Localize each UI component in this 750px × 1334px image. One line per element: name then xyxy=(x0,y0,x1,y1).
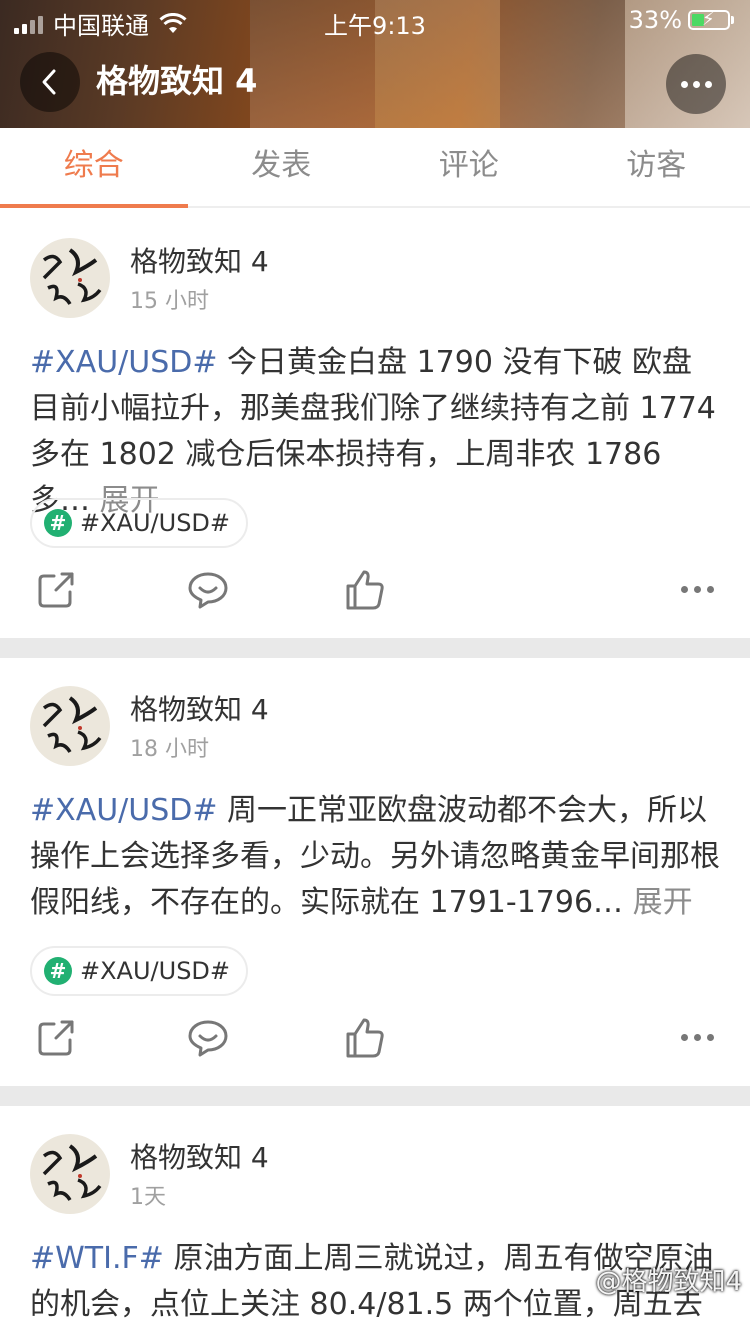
post-feed: 格物致知 4 15 小时 #XAU/USD# 今日黄金白盘 1790 没有下破 … xyxy=(0,210,750,1334)
battery-percentage: 33% xyxy=(628,6,682,34)
post-text[interactable]: #XAU/USD# 今日黄金白盘 1790 没有下破 欧盘目前小幅拉升，那美盘我… xyxy=(30,340,720,524)
post-author[interactable]: 格物致知 4 xyxy=(130,1140,269,1176)
comment-icon xyxy=(188,572,228,609)
avatar[interactable] xyxy=(30,1134,110,1214)
status-bar: 中国联通 上午9:13 33% ⚡ xyxy=(0,0,750,40)
thumbs-up-icon xyxy=(346,1018,384,1058)
share-button[interactable] xyxy=(34,1016,78,1060)
back-button[interactable] xyxy=(20,52,80,112)
topic-chip[interactable]: # #XAU/USD# xyxy=(30,498,249,548)
tab-posts[interactable]: 发表 xyxy=(188,128,376,206)
profile-tabs: 综合 发表 评论 访客 xyxy=(0,128,750,208)
comment-icon xyxy=(188,1020,228,1057)
profile-title: 格物致知 4 xyxy=(96,62,258,100)
post-author[interactable]: 格物致知 4 xyxy=(130,692,269,728)
avatar[interactable] xyxy=(30,238,110,318)
weibo-watermark: @格物致知4 xyxy=(595,1267,742,1297)
like-button[interactable] xyxy=(342,568,386,612)
battery-icon: ⚡ xyxy=(688,9,730,30)
post-timestamp: 15 小时 xyxy=(130,289,209,314)
like-button[interactable] xyxy=(342,1016,386,1060)
post-author[interactable]: 格物致知 4 xyxy=(130,244,269,280)
profile-header: 中国联通 上午9:13 33% ⚡ 格物致知 4 xyxy=(0,0,750,128)
thumbs-up-icon xyxy=(346,570,384,610)
post-card: 格物致知 4 15 小时 #XAU/USD# 今日黄金白盘 1790 没有下破 … xyxy=(0,210,750,638)
post-more-button[interactable] xyxy=(681,1034,714,1041)
post-text[interactable]: #XAU/USD# 周一正常亚欧盘波动都不会大，所以操作上会选择多看，少动。另外… xyxy=(30,788,720,926)
tab-overview[interactable]: 综合 xyxy=(0,128,188,208)
topic-label: #XAU/USD# xyxy=(80,957,231,985)
topic-chip[interactable]: # #XAU/USD# xyxy=(30,946,249,996)
card-divider xyxy=(0,638,750,658)
card-divider xyxy=(0,1086,750,1106)
post-actions xyxy=(0,1016,750,1072)
expand-link[interactable]: 展开 xyxy=(623,885,693,920)
hashtag-link[interactable]: #WTI.F# xyxy=(30,1241,164,1276)
post-card: 格物致知 4 18 小时 #XAU/USD# 周一正常亚欧盘波动都不会大，所以操… xyxy=(0,658,750,1086)
tab-comments[interactable]: 评论 xyxy=(375,128,563,206)
comment-button[interactable] xyxy=(186,1016,230,1060)
hashtag-icon: # xyxy=(44,957,72,985)
post-more-button[interactable] xyxy=(681,586,714,593)
tab-visitors[interactable]: 访客 xyxy=(563,128,750,206)
share-icon xyxy=(38,572,74,608)
post-actions xyxy=(0,568,750,624)
weibo-profile-page: 中国联通 上午9:13 33% ⚡ 格物致知 4 综合 发表 评论 访客 格物致… xyxy=(0,0,750,1334)
hashtag-link[interactable]: #XAU/USD# xyxy=(30,793,218,828)
hashtag-icon: # xyxy=(44,509,72,537)
topic-label: #XAU/USD# xyxy=(80,509,231,537)
comment-button[interactable] xyxy=(186,568,230,612)
post-timestamp: 1天 xyxy=(130,1185,166,1210)
share-button[interactable] xyxy=(34,568,78,612)
hashtag-link[interactable]: #XAU/USD# xyxy=(30,345,218,380)
share-icon xyxy=(38,1020,74,1056)
chevron-left-icon xyxy=(42,69,56,95)
post-timestamp: 18 小时 xyxy=(130,737,209,762)
avatar[interactable] xyxy=(30,686,110,766)
post-card: 格物致知 4 1天 #WTI.F# 原油方面上周三就说过，周五有做空原油的机会，… xyxy=(0,1106,750,1334)
more-options-button[interactable] xyxy=(666,54,726,114)
